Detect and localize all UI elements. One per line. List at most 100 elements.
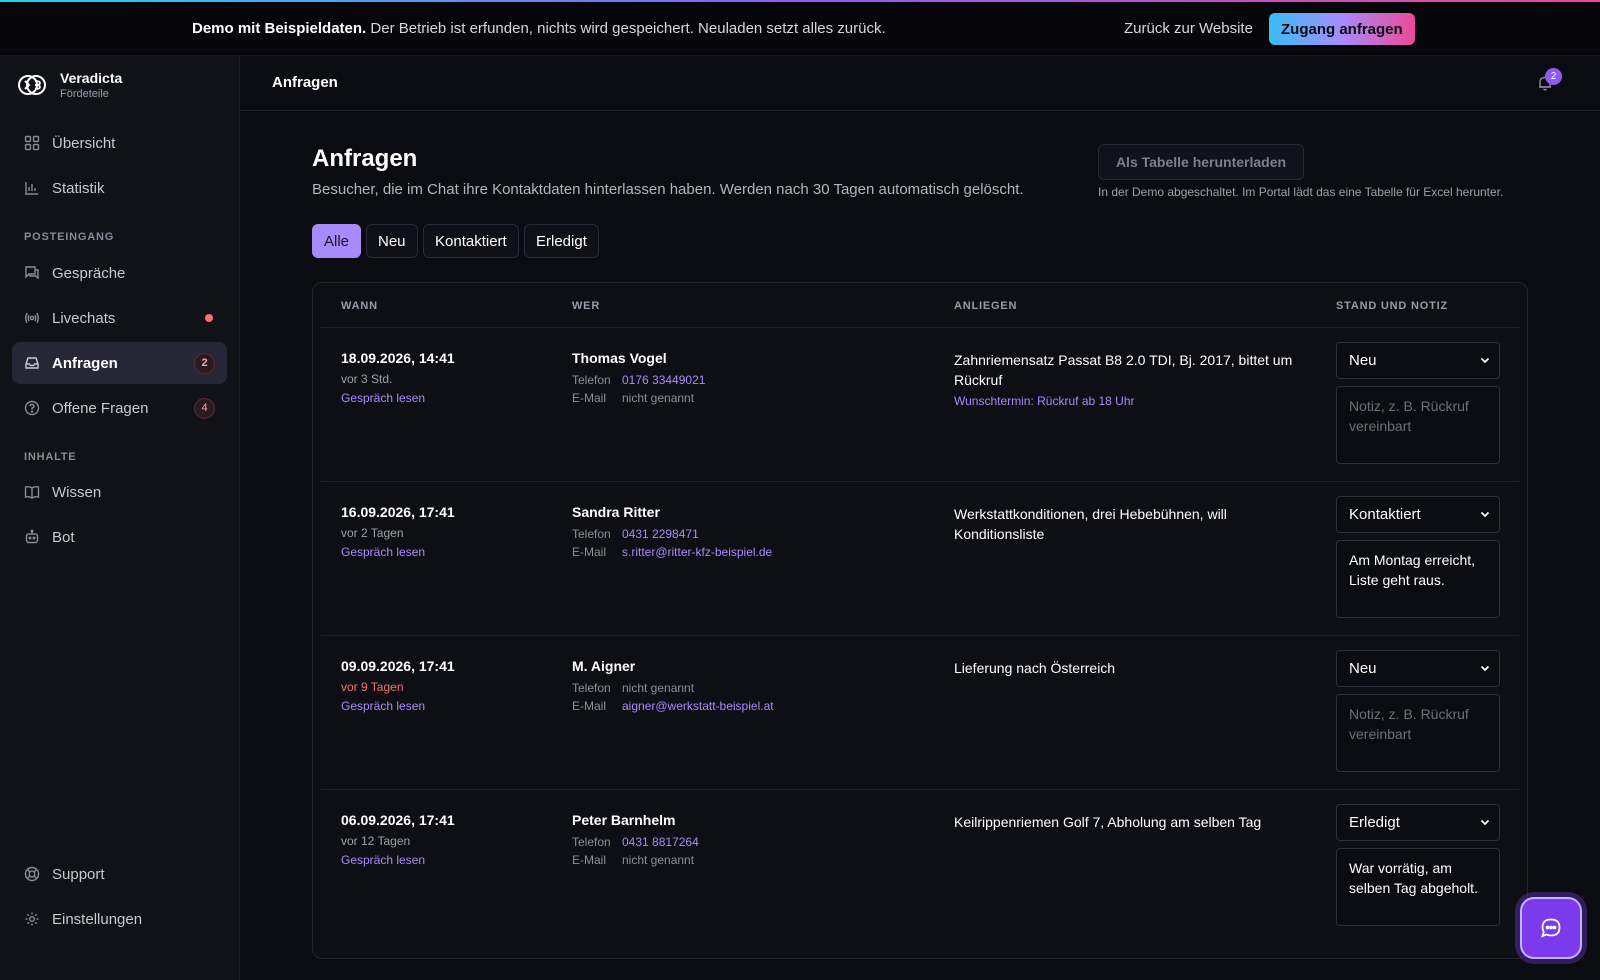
page-header: Anfragen 2 [240,56,1600,111]
demo-banner: Demo mit Beispieldaten. Der Betrieb ist … [0,2,1600,56]
contact-email: E-Mail aigner@werkstatt-beispiel.at [572,699,774,713]
demo-banner-text: Demo mit Beispieldaten. Der Betrieb ist … [192,20,886,37]
demo-banner-message: Der Betrieb ist erfunden, nichts wird ge… [370,20,886,37]
email-value: nicht genannt [622,391,695,405]
sidebar-item-label: Statistik [52,179,105,197]
sidebar-item-support[interactable]: Support [12,853,227,895]
sidebar-item-bot[interactable]: Bot [12,516,227,558]
filter-done[interactable]: Erledigt [524,224,599,258]
column-header-concern: ANLIEGEN [954,300,1018,312]
contact-phone: Telefon 0176 33449021 [572,373,705,387]
contact-name: Sandra Ritter [572,504,660,520]
chevron-down-icon [1480,665,1490,672]
gear-icon [24,911,40,927]
back-to-website-link[interactable]: Zurück zur Website [1124,20,1253,37]
brand-sub: Fördeteile [60,88,109,100]
requested-appointment: Wunschtermin: Rückruf ab 18 Uhr [954,394,1135,408]
note-textarea[interactable]: Notiz, z. B. Rückruf vereinbart [1336,386,1500,464]
sidebar-item-label: Übersicht [52,134,116,152]
sidebar-item-label: Wissen [52,483,102,501]
phone-label: Telefon [572,681,611,695]
sidebar-item-label: Bot [52,528,75,546]
sidebar-item-label: Gespräche [52,264,126,282]
export-table-button[interactable]: Als Tabelle herunterladen [1098,144,1304,180]
request-age: vor 2 Tagen [341,526,404,540]
phone-label: Telefon [572,373,611,387]
request-datetime: 06.09.2026, 17:41 [341,812,455,828]
export-note: In der Demo abgeschaltet. Im Portal lädt… [1098,185,1504,199]
column-header-when: WANN [341,300,378,312]
notification-count-badge: 2 [1545,68,1562,85]
sidebar-item-label: Livechats [52,309,116,327]
brand-name: Veradicta [60,70,123,86]
livechat-status-dot [205,314,213,322]
contact-name: Peter Barnhelm [572,812,676,828]
note-textarea[interactable]: Am Montag erreicht, Liste geht raus. [1336,540,1500,618]
email-link[interactable]: aigner@werkstatt-beispiel.at [622,699,774,713]
filter-all[interactable]: Alle [312,224,362,258]
contact-phone: Telefon 0431 8817264 [572,835,699,849]
filter-contacted[interactable]: Kontaktiert [423,224,519,258]
status-select[interactable]: Neu [1336,342,1500,379]
read-conversation-link[interactable]: Gespräch lesen [341,853,425,867]
page-subtitle: Besucher, die im Chat ihre Kontaktdaten … [312,181,1024,198]
header-title: Anfragen [272,74,338,91]
phone-value: nicht genannt [622,681,695,695]
broadcast-icon [24,310,40,326]
note-textarea[interactable]: Notiz, z. B. Rückruf vereinbart [1336,694,1500,772]
table-row: 16.09.2026, 17:41 vor 2 Tagen Gespräch l… [321,481,1519,638]
requests-table: WANN WER ANLIEGEN STAND UND NOTIZ 18.09.… [312,282,1528,959]
contact-name: Thomas Vogel [572,350,667,366]
sidebar-item-label: Support [52,865,105,883]
status-select[interactable]: Neu [1336,650,1500,687]
sidebar-item-settings[interactable]: Einstellungen [12,898,227,940]
contact-phone: Telefon 0431 2298471 [572,527,699,541]
grid-icon [24,135,40,151]
bar-chart-icon [24,180,40,196]
email-link[interactable]: s.ritter@ritter-kfz-beispiel.de [622,545,772,559]
question-icon [24,400,40,416]
read-conversation-link[interactable]: Gespräch lesen [341,391,425,405]
status-select[interactable]: Kontaktiert [1336,496,1500,533]
sidebar-item-label: Einstellungen [52,910,143,928]
sidebar-item-requests[interactable]: Anfragen 2 [12,342,227,384]
sidebar-item-open-questions[interactable]: Offene Fragen 4 [12,387,227,429]
sidebar-section-inbox: POSTEINGANG [24,231,115,243]
filter-new[interactable]: Neu [366,224,418,258]
demo-banner-bold: Demo mit Beispieldaten. [192,20,367,37]
contact-email: E-Mail s.ritter@ritter-kfz-beispiel.de [572,545,772,559]
sidebar-item-label: Anfragen [52,354,118,372]
sidebar: Veradicta Fördeteile Übersicht Statistik… [0,56,240,980]
sidebar-item-statistics[interactable]: Statistik [12,167,227,209]
chat-bubbles-icon [24,265,40,281]
open-questions-count-badge: 4 [194,397,215,419]
read-conversation-link[interactable]: Gespräch lesen [341,545,425,559]
email-label: E-Mail [572,545,607,559]
chat-widget-button[interactable] [1520,897,1582,959]
sidebar-item-conversations[interactable]: Gespräche [12,252,227,294]
phone-link[interactable]: 0431 2298471 [622,527,699,541]
read-conversation-link[interactable]: Gespräch lesen [341,699,425,713]
phone-link[interactable]: 0176 33449021 [622,373,705,387]
inbox-icon [24,355,40,371]
contact-email: E-Mail nicht genannt [572,853,694,867]
chat-icon [1541,918,1561,938]
status-select[interactable]: Erledigt [1336,804,1500,841]
sidebar-item-knowledge[interactable]: Wissen [12,471,227,513]
request-concern: Lieferung nach Österreich [954,660,1116,676]
table-row: 06.09.2026, 17:41 vor 12 Tagen Gespräch … [321,789,1519,946]
requests-count-badge: 2 [194,352,215,374]
request-access-button[interactable]: Zugang anfragen [1269,13,1415,45]
sidebar-item-overview[interactable]: Übersicht [12,122,227,164]
status-select-value: Erledigt [1349,814,1400,831]
brand-logo-icon [18,75,46,95]
brand[interactable]: Veradicta Fördeteile [18,70,122,100]
sidebar-item-livechats[interactable]: Livechats [12,297,227,339]
contact-email: E-Mail nicht genannt [572,391,694,405]
phone-link[interactable]: 0431 8817264 [622,835,699,849]
lifebuoy-icon [24,866,40,882]
contact-phone: Telefon nicht genannt [572,681,694,695]
email-value: nicht genannt [622,853,695,867]
status-select-value: Neu [1349,660,1377,677]
note-textarea[interactable]: War vorrätig, am selben Tag abgeholt. [1336,848,1500,926]
